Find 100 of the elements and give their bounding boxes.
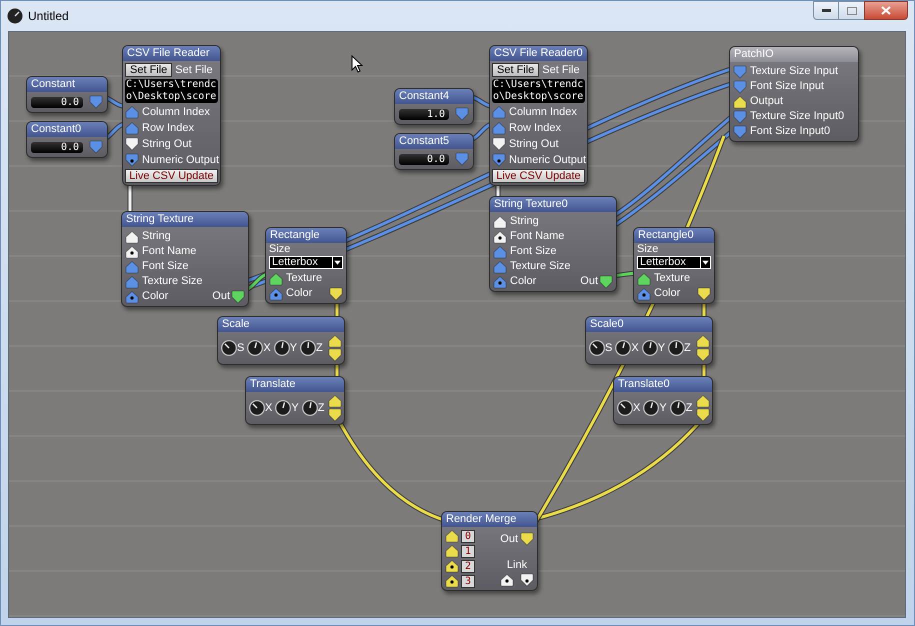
knob[interactable]	[643, 400, 660, 416]
output-port-icon[interactable]	[492, 153, 506, 167]
knob[interactable]	[617, 400, 633, 416]
output-port-icon[interactable]	[328, 348, 342, 362]
file-path-text: o\Desktop\score	[126, 91, 217, 103]
node-card[interactable]: PatchIO Texture Size Input Font Size Input Output Texture Size Input0 Font Size Input0	[729, 46, 859, 142]
node-card[interactable]: Constant 0.0	[26, 76, 108, 113]
knob-label: X	[631, 340, 639, 356]
input-port-icon[interactable]	[493, 260, 507, 274]
output-port-icon[interactable]	[520, 573, 534, 587]
knob[interactable]	[642, 340, 658, 356]
output-port-icon[interactable]	[328, 408, 342, 422]
input-port-icon[interactable]	[269, 272, 283, 286]
close-button[interactable]	[864, 1, 908, 20]
node-card[interactable]: Rectangle Size Letterbox Texture Color	[265, 227, 347, 304]
node-card[interactable]: Constant0 0.0	[26, 121, 108, 158]
input-port-icon[interactable]	[492, 121, 506, 135]
minimize-button[interactable]	[813, 1, 839, 20]
output-port-icon[interactable]	[492, 137, 506, 151]
input-port-icon[interactable]	[500, 573, 514, 587]
node-card[interactable]: String Texture0 String Font Name Font Size Texture Size Color Out	[489, 196, 617, 292]
input-port-icon[interactable]	[493, 214, 507, 228]
input-port-icon[interactable]	[125, 290, 139, 304]
port-label: Color	[510, 274, 536, 290]
port-label: String	[142, 229, 171, 244]
live-update-button[interactable]: Live CSV Update	[125, 169, 218, 183]
input-port-icon[interactable]	[733, 94, 747, 108]
value-field[interactable]: 0.0	[31, 142, 83, 152]
app-logo-icon	[7, 8, 23, 24]
knob[interactable]	[274, 340, 290, 356]
input-port-icon[interactable]	[125, 274, 139, 288]
input-index: 3	[461, 574, 475, 588]
output-port-icon[interactable]	[125, 137, 139, 151]
input-port-icon[interactable]	[445, 529, 459, 543]
port-label: Color	[142, 289, 168, 304]
knob-label: Y	[658, 340, 666, 356]
port-label: Texture	[654, 271, 690, 286]
input-port-icon[interactable]	[125, 105, 139, 119]
node-card[interactable]: CSV File Reader0 Set File Set File C:\Users\trendc o\Desktop\score Column Index Row Index String Out Numeric Output Live CSV Update	[489, 45, 588, 186]
knob[interactable]	[221, 340, 237, 356]
file-path-text: o\Desktop\score	[493, 91, 584, 103]
input-port-icon[interactable]	[637, 286, 651, 300]
input-port-icon[interactable]	[328, 394, 342, 408]
value-field[interactable]: 0.0	[31, 96, 83, 108]
size-dropdown[interactable]: Letterbox	[269, 256, 343, 269]
node-card[interactable]: Render Merge 0 1 2 3 Out Link	[441, 511, 538, 591]
node-card[interactable]: Scale S X Y Z	[217, 316, 345, 365]
input-port-icon[interactable]	[125, 230, 139, 244]
value-field[interactable]: 0.0	[399, 154, 449, 164]
value-field[interactable]: 1.0	[399, 108, 449, 120]
size-dropdown[interactable]: Letterbox	[637, 256, 711, 269]
node-title: Constant4	[395, 89, 473, 104]
node-card[interactable]: String Texture String Font Name Font Size Texture Size Color Out	[121, 211, 249, 307]
node-card[interactable]: Translate0 X Y Z	[613, 376, 713, 425]
input-port-icon[interactable]	[269, 286, 283, 300]
input-port-icon[interactable]	[328, 334, 342, 348]
input-port-icon[interactable]	[125, 260, 139, 274]
set-file-button[interactable]: Set File	[125, 63, 172, 77]
node-title: Translate	[246, 377, 344, 392]
live-update-button[interactable]: Live CSV Update	[492, 169, 585, 183]
node-card[interactable]: Translate X Y Z	[245, 376, 345, 425]
output-port-icon[interactable]	[696, 348, 710, 362]
knob[interactable]	[668, 340, 684, 356]
input-port-icon[interactable]	[493, 274, 507, 288]
node-card[interactable]: Scale0 S X Y Z	[585, 316, 713, 365]
minimize-icon	[822, 9, 830, 12]
node-card[interactable]: Constant5 0.0	[394, 133, 474, 170]
output-port-icon[interactable]	[329, 286, 343, 300]
node-card[interactable]: Rectangle0 Size Letterbox Texture Color	[633, 227, 715, 304]
input-port-icon[interactable]	[125, 244, 139, 258]
input-port-icon[interactable]	[493, 230, 507, 244]
knob[interactable]	[275, 400, 292, 416]
knob[interactable]	[615, 340, 632, 356]
knob[interactable]	[249, 400, 265, 416]
input-port-icon[interactable]	[492, 105, 506, 119]
node-title: Scale	[218, 317, 344, 332]
port-label: Font Size Input	[750, 79, 824, 94]
knob-label: S	[237, 340, 244, 356]
input-port-icon[interactable]	[125, 121, 139, 135]
knob[interactable]	[589, 340, 605, 356]
node-card[interactable]: Constant4 1.0	[394, 88, 474, 125]
output-port-icon[interactable]	[696, 408, 710, 422]
input-port-icon[interactable]	[445, 544, 459, 558]
output-port-icon[interactable]	[697, 286, 711, 300]
input-port-icon[interactable]	[445, 559, 459, 573]
input-port-icon[interactable]	[696, 334, 710, 348]
knob[interactable]	[302, 400, 318, 416]
set-file-button[interactable]: Set File	[492, 63, 540, 77]
output-port-icon[interactable]	[125, 153, 139, 167]
knob[interactable]	[247, 340, 264, 356]
node-title: Rectangle0	[634, 228, 714, 243]
input-index: 0	[461, 530, 475, 542]
file-label: Set File	[542, 62, 580, 78]
knob[interactable]	[670, 400, 686, 416]
input-port-icon[interactable]	[493, 244, 507, 258]
knob[interactable]	[300, 340, 316, 356]
node-card[interactable]: CSV File Reader Set File Set File C:\Users\trendc o\Desktop\score Column Index Row Index String Out Numeric Output Live CSV Update	[122, 45, 221, 186]
input-port-icon[interactable]	[637, 272, 651, 286]
input-port-icon[interactable]	[445, 574, 459, 588]
input-port-icon[interactable]	[696, 394, 710, 408]
